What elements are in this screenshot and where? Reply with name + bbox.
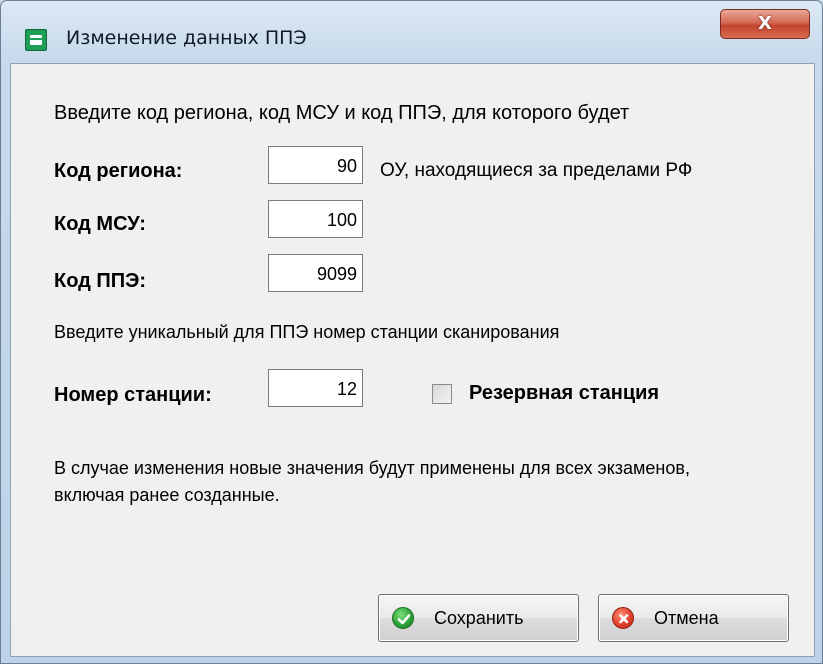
save-button[interactable]: Сохранить <box>378 594 579 642</box>
window-title: Изменение данных ППЭ <box>66 27 307 49</box>
cancel-button-label: Отмена <box>654 608 719 628</box>
region-note: ОУ, находящиеся за пределами РФ <box>380 160 693 181</box>
save-button-label: Сохранить <box>434 608 524 628</box>
station-number-label: Номер станции: <box>54 384 212 406</box>
check-circle-icon <box>392 607 414 629</box>
instruction-station: Введите уникальный для ППЭ номер станции… <box>54 322 560 342</box>
msu-code-input[interactable] <box>268 200 363 238</box>
close-icon: X <box>758 13 772 34</box>
app-icon <box>25 29 47 51</box>
station-number-input[interactable] <box>268 369 363 407</box>
close-button[interactable]: X <box>720 9 810 39</box>
ppe-code-input[interactable] <box>268 254 363 292</box>
x-circle-icon <box>612 607 634 629</box>
instruction-note: В случае изменения новые значения будут … <box>54 458 690 505</box>
instruction-codes: Введите код региона, код МСУ и код ППЭ, … <box>54 102 630 124</box>
region-code-label: Код региона: <box>54 160 183 182</box>
reserve-station-checkbox[interactable] <box>432 384 452 404</box>
reserve-station-label[interactable]: Резервная станция <box>469 382 659 405</box>
msu-code-label: Код МСУ: <box>54 213 146 235</box>
ppe-code-label: Код ППЭ: <box>54 270 147 292</box>
region-code-input[interactable] <box>268 146 363 184</box>
dialog-window: Изменение данных ППЭ X Введите код регио… <box>0 0 823 664</box>
cancel-button[interactable]: Отмена <box>598 594 789 642</box>
dialog-body: Введите код региона, код МСУ и код ППЭ, … <box>10 63 815 657</box>
title-bar[interactable]: Изменение данных ППЭ X <box>1 1 822 63</box>
